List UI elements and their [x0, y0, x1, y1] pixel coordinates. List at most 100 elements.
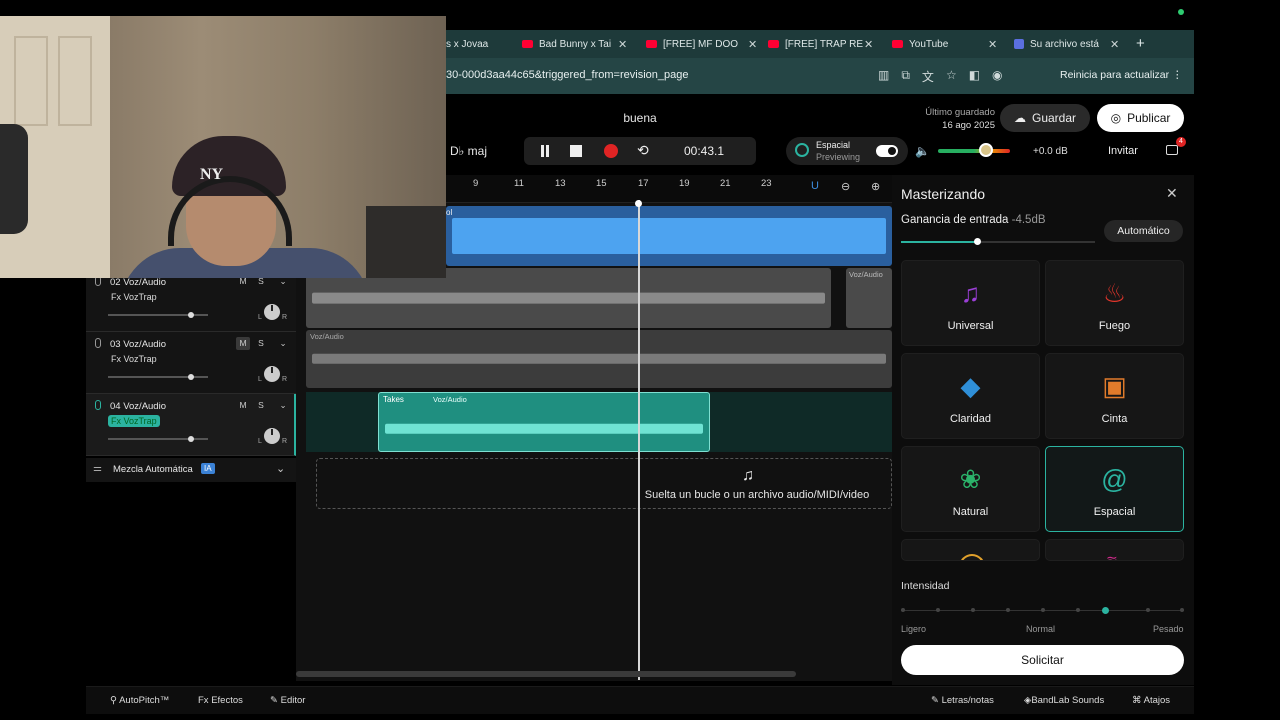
input-gain-slider[interactable] — [901, 238, 1095, 245]
track-header[interactable]: 02 Voz/Audio Fx VozTrap M S ⌄ L R — [86, 270, 296, 332]
chevron-down-icon[interactable]: ⌄ — [276, 337, 290, 350]
update-button[interactable]: Reinicia para actualizar ⋮ — [1060, 69, 1183, 81]
preset-espacial-selected[interactable]: @ Espacial — [1045, 446, 1184, 532]
browser-tab-6[interactable]: Su archivo está ✕ — [1014, 30, 1134, 58]
zoom-in-icon[interactable]: ⊕ — [871, 180, 880, 193]
playhead[interactable] — [638, 200, 640, 680]
master-volume-knob[interactable] — [978, 143, 993, 157]
horizontal-scrollbar[interactable] — [296, 671, 796, 677]
zoom-out-icon[interactable]: ⊖ — [841, 180, 850, 193]
audio-region[interactable]: Voz/Audio — [846, 268, 892, 328]
browser-tab-2[interactable]: Bad Bunny x Tai ✕ — [522, 30, 632, 58]
apply-button[interactable]: Solicitar — [901, 645, 1184, 675]
track-volume-fader[interactable] — [108, 374, 208, 380]
mute-button[interactable]: M — [236, 337, 250, 350]
chevron-down-icon[interactable]: ⌄ — [276, 462, 285, 475]
editor-button[interactable]: ✎ Editor — [270, 695, 305, 706]
browser-tab-5[interactable]: YouTube ✕ — [892, 30, 1012, 58]
pan-knob[interactable] — [264, 366, 280, 382]
pan-left-label: L — [258, 314, 262, 321]
magnet-icon[interactable]: U — [811, 180, 819, 192]
preset-label: Claridad — [950, 413, 991, 425]
browser-tab-1[interactable]: s x Jovaa ✕ — [446, 30, 531, 58]
close-icon[interactable]: ✕ — [864, 38, 873, 51]
track-name[interactable]: 04 Voz/Audio — [110, 401, 166, 412]
publish-button[interactable]: ◎ Publicar — [1097, 104, 1184, 132]
invite-button[interactable]: Invitar — [1108, 145, 1138, 157]
track-header-selected[interactable]: 04 Voz/Audio Fx VozTrap M S ⌄ L R — [86, 394, 296, 456]
reader-icon[interactable]: ▥ — [878, 68, 889, 85]
key-selector[interactable]: D♭ maj — [450, 144, 487, 158]
gift-icon[interactable] — [1166, 145, 1178, 155]
preset-universal[interactable]: ♫ Universal — [901, 260, 1040, 346]
pause-button[interactable] — [538, 144, 552, 158]
waveform — [312, 353, 886, 365]
audio-region[interactable]: Voz/Audio — [306, 330, 892, 388]
slider-knob[interactable] — [973, 238, 981, 245]
pan-knob[interactable] — [264, 304, 280, 320]
fader-knob[interactable] — [187, 312, 194, 318]
spatial-toggle[interactable] — [876, 145, 898, 157]
track-fx[interactable]: Fx VozTrap — [108, 415, 160, 427]
preset-claridad[interactable]: ◆ Claridad — [901, 353, 1040, 439]
timeline-ruler[interactable]: 9 11 13 15 17 19 21 23 U ⊖ ⊕ — [446, 175, 892, 203]
intensity-knob[interactable] — [1101, 607, 1109, 614]
side-panel-icon[interactable]: ◧ — [969, 68, 980, 85]
master-volume-slider[interactable] — [938, 149, 1010, 153]
close-icon[interactable]: ✕ — [618, 38, 627, 51]
mute-button[interactable]: M — [236, 399, 250, 412]
url-text[interactable]: 30-000d3aa44c65&triggered_from=revision_… — [446, 69, 688, 81]
solo-button[interactable]: S — [254, 399, 268, 412]
preset-partial[interactable] — [901, 539, 1040, 561]
stop-button[interactable] — [570, 145, 582, 157]
track-fx[interactable]: Fx VozTrap — [108, 353, 160, 365]
speaker-icon[interactable]: 🔈 — [915, 144, 930, 158]
track-header[interactable]: 03 Voz/Audio Fx VozTrap M S ⌄ L R — [86, 332, 296, 394]
door-panel — [14, 36, 48, 126]
auto-mix-row[interactable]: ⚌ Mezcla Automática IA ⌄ — [86, 458, 296, 482]
track-fx[interactable]: Fx VozTrap — [108, 291, 160, 303]
effects-button[interactable]: Fx Efectos — [198, 695, 243, 706]
loop-icon[interactable]: ⟲ — [637, 142, 651, 158]
close-icon[interactable]: ✕ — [1166, 185, 1178, 202]
takes-region[interactable]: Takes Voz/Audio — [378, 392, 710, 452]
install-app-icon[interactable]: ⧉ — [901, 68, 910, 85]
shortcuts-button[interactable]: ⌘ Atajos — [1132, 695, 1170, 706]
preset-partial[interactable]: ≋ — [1045, 539, 1184, 561]
track-name[interactable]: 03 Voz/Audio — [110, 339, 166, 350]
fader-knob[interactable] — [187, 436, 194, 442]
preset-natural[interactable]: ❀ Natural — [901, 446, 1040, 532]
record-button[interactable] — [604, 144, 618, 158]
browser-tab-4[interactable]: [FREE] TRAP RE ✕ — [768, 30, 888, 58]
new-tab-button[interactable]: + — [1136, 35, 1145, 52]
preset-cinta[interactable]: ▣ Cinta — [1045, 353, 1184, 439]
audio-region[interactable]: ol — [446, 206, 892, 266]
close-icon[interactable]: ✕ — [748, 38, 757, 51]
project-title[interactable]: buena — [600, 111, 680, 125]
fader-knob[interactable] — [187, 374, 194, 380]
playhead-handle[interactable] — [635, 200, 642, 207]
browser-tab-3[interactable]: [FREE] MF DOO ✕ — [646, 30, 766, 58]
address-bar[interactable]: 30-000d3aa44c65&triggered_from=revision_… — [446, 58, 1194, 94]
profile-icon[interactable]: ◉ — [992, 68, 1002, 85]
save-button[interactable]: ☁ Guardar — [1000, 104, 1090, 132]
preset-fuego[interactable]: ♨ Fuego — [1045, 260, 1184, 346]
bandlab-sounds-button[interactable]: ◈BandLab Sounds — [1024, 695, 1104, 706]
autopitch-button[interactable]: ⚲ AutoPitch™ — [110, 695, 169, 706]
bookmark-star-icon[interactable]: ☆ — [946, 68, 957, 85]
ai-badge: IA — [201, 463, 215, 474]
solo-button[interactable]: S — [254, 337, 268, 350]
track-name[interactable]: 02 Voz/Audio — [110, 277, 166, 288]
track-volume-fader[interactable] — [108, 436, 208, 442]
close-icon[interactable]: ✕ — [988, 38, 997, 51]
chevron-down-icon[interactable]: ⌄ — [276, 399, 290, 412]
track-volume-fader[interactable] — [108, 312, 208, 318]
preset-label: Natural — [952, 506, 989, 518]
auto-gain-button[interactable]: Automático — [1104, 220, 1183, 242]
intensity-slider[interactable] — [901, 607, 1184, 614]
translate-icon[interactable]: 文 — [922, 68, 934, 85]
drop-zone[interactable]: ♫ Suelta un bucle o un archivo audio/MID… — [316, 458, 892, 509]
pan-knob[interactable] — [264, 428, 280, 444]
lyrics-button[interactable]: ✎ Letras/notas — [931, 695, 994, 706]
close-icon[interactable]: ✕ — [1110, 38, 1119, 51]
